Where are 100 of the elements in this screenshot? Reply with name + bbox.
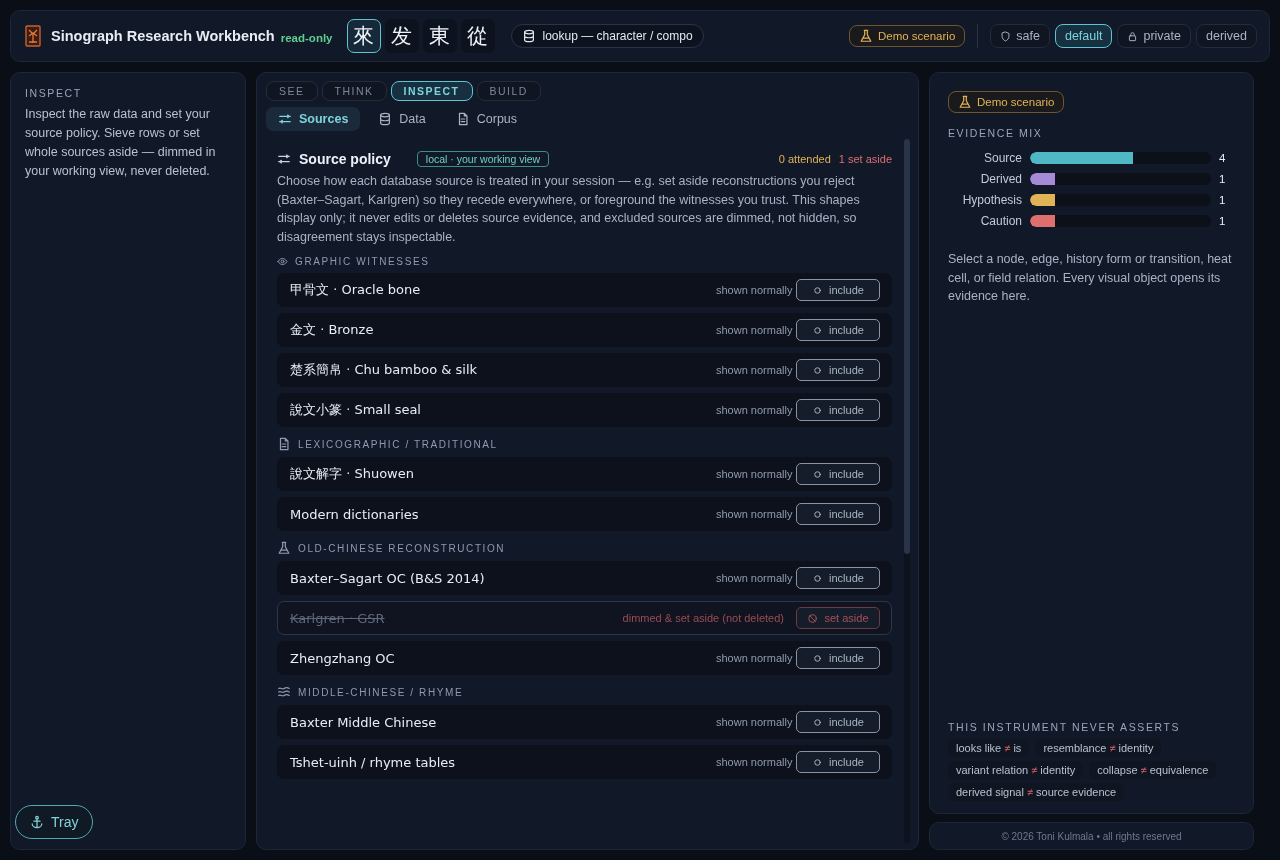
section-tab[interactable]: Data: [366, 107, 438, 131]
policy-button[interactable]: include: [796, 319, 880, 341]
circle-icon: [812, 572, 824, 584]
flask-icon: [958, 95, 972, 109]
policy-button[interactable]: include: [796, 279, 880, 301]
circle-icon: [812, 652, 824, 664]
source-status: shown normally: [716, 468, 794, 480]
source-status: shown normally: [716, 324, 794, 336]
assertion-chip: variant relation ≠ identity: [948, 761, 1084, 779]
assertion-chip: derived signal ≠ source evidence: [948, 783, 1125, 801]
source-name: Zhengzhang OC: [290, 650, 395, 666]
document-icon: [277, 437, 291, 451]
source-name: Baxter–Sagart OC (B&S 2014): [290, 570, 485, 586]
source-name: Modern dictionaries: [290, 506, 419, 522]
flask-icon: [277, 541, 291, 555]
source-status: shown normally: [716, 716, 794, 728]
source-name: 楚系簡帛 · Chu bamboo & silk: [290, 361, 478, 379]
circle-icon: [812, 284, 824, 296]
attended-count: 0 attended: [778, 153, 831, 165]
circle-icon: [812, 756, 824, 768]
database-icon: [521, 29, 536, 43]
policy-button[interactable]: include: [796, 503, 880, 525]
assertion-chip: resemblance ≠ identity: [1035, 739, 1162, 757]
mode-button[interactable]: derived: [1196, 24, 1257, 48]
mix-count: 4: [1219, 152, 1227, 164]
group-heading: GRAPHIC WITNESSES: [295, 256, 430, 267]
mix-label: Caution: [979, 214, 1022, 228]
sliders-icon: [278, 112, 292, 126]
set-aside-count: 1 set aside: [838, 153, 892, 165]
sliders-icon: [277, 152, 291, 166]
assertion-chip: collapse ≠ equivalence: [1089, 761, 1217, 779]
view-tab[interactable]: BUILD: [476, 81, 541, 101]
lock-icon: [1127, 30, 1139, 42]
source-name: 金文 · Bronze: [290, 321, 374, 339]
view-tab[interactable]: SEE: [266, 81, 318, 101]
character-button[interactable]: 東: [422, 19, 457, 53]
asserts-heading: THIS INSTRUMENT NEVER ASSERTS: [948, 721, 1182, 733]
scope-badge: local · your working view: [416, 151, 550, 167]
source-status: dimmed & set aside (not deleted): [622, 612, 784, 624]
policy-description: Choose how each database source is treated in your session — e.g. set aside reconstructions you reject (Baxter–Sagart, Karlgren) so they recede everywhere, or foreground the witnesses you trust. This shapes display only; it never edits or deletes source evidence, and excluded sources are dimmed, not hidden, so disagreement stays inspectable.: [277, 173, 861, 246]
scrollbar[interactable]: [904, 139, 910, 843]
circle-icon: [812, 364, 824, 376]
policy-button[interactable]: include: [796, 567, 880, 589]
policy-button[interactable]: include: [796, 647, 880, 669]
assertion-chip: looks like ≠ is: [948, 739, 1030, 757]
mix-label: Source: [982, 151, 1022, 165]
waves-icon: [277, 685, 291, 699]
view-tab[interactable]: INSPECT: [390, 81, 473, 101]
source-status: shown normally: [716, 756, 794, 768]
source-status: shown normally: [716, 508, 794, 520]
source-name: 說文小篆 · Small seal: [290, 401, 421, 419]
shield-icon: [1000, 30, 1012, 42]
footer-text: © 2026 Toni Kulmala • all rights reserved: [929, 822, 1254, 850]
logo-icon: [25, 25, 41, 47]
ban-icon: [807, 612, 819, 624]
source-name: Baxter Middle Chinese: [290, 714, 437, 730]
source-status: shown normally: [716, 364, 794, 376]
lookup-field[interactable]: lookup — character / compo: [510, 24, 704, 48]
section-title: Source policy: [299, 151, 391, 167]
selection-hint: Select a node, edge, history form or transition, heat cell, or field relation. Every visual object opens its evidence here.: [948, 251, 1233, 305]
policy-button[interactable]: include: [796, 359, 880, 381]
character-button[interactable]: 发: [384, 19, 419, 53]
circle-icon: [812, 404, 824, 416]
policy-button[interactable]: include: [796, 399, 880, 421]
section-tab[interactable]: Sources: [266, 107, 361, 131]
mix-count: 1: [1219, 173, 1227, 185]
mode-button[interactable]: private: [1117, 24, 1191, 48]
flask-icon: [858, 29, 873, 43]
mode-button[interactable]: default: [1054, 24, 1113, 48]
group-heading: LEXICOGRAPHIC / TRADITIONAL: [298, 438, 498, 450]
source-name: Karlgren · GSR: [290, 610, 385, 626]
mix-label: Hypothesis: [961, 193, 1022, 207]
character-button[interactable]: 來: [346, 19, 381, 53]
group-heading: OLD-CHINESE RECONSTRUCTION: [298, 542, 506, 554]
mode-button[interactable]: safe: [990, 24, 1050, 48]
policy-button[interactable]: include: [796, 463, 880, 485]
demo-badge: Demo scenario: [848, 25, 966, 47]
circle-icon: [812, 716, 824, 728]
mix-count: 1: [1219, 215, 1227, 227]
group-heading: MIDDLE-CHINESE / RHYME: [298, 686, 464, 698]
database-icon: [378, 112, 393, 126]
panel-heading: INSPECT: [25, 87, 83, 99]
circle-icon: [812, 324, 824, 336]
tray-button[interactable]: Tray: [15, 805, 94, 839]
view-tab[interactable]: THINK: [321, 81, 387, 101]
panel-description: Inspect the raw data and set your source policy. Sieve rows or set whole sources aside — dimmed in your working view, never deleted.: [25, 106, 217, 180]
section-tab[interactable]: Corpus: [443, 107, 530, 131]
policy-button[interactable]: include: [796, 711, 880, 733]
mix-heading: EVIDENCE MIX: [948, 127, 1044, 139]
anchor-icon: [30, 815, 44, 829]
character-button[interactable]: 從: [460, 19, 495, 53]
circle-icon: [812, 468, 824, 480]
source-name: 說文解字 · Shuowen: [290, 465, 414, 483]
source-status: shown normally: [716, 284, 794, 296]
demo-badge: Demo scenario: [948, 91, 1065, 113]
source-status: shown normally: [716, 572, 794, 584]
eye-icon: [277, 256, 288, 267]
circle-icon: [812, 508, 824, 520]
policy-button[interactable]: include: [796, 751, 880, 773]
mix-count: 1: [1219, 194, 1227, 206]
